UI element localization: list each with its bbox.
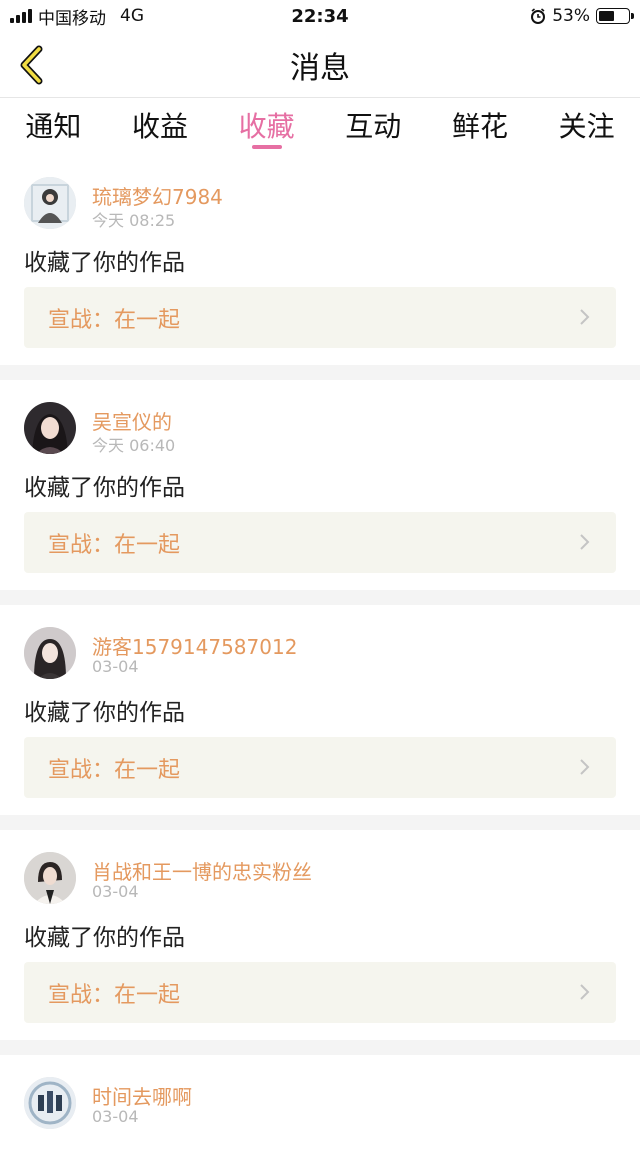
chevron-right-icon [580, 534, 590, 550]
avatar-image [24, 852, 76, 904]
tab-favorites[interactable]: 收藏 [217, 99, 317, 155]
message-card: 吴宣仪的 今天 06:40 收藏了你的作品 宣战：在一起 [0, 380, 640, 590]
chevron-right-icon [580, 309, 590, 325]
work-link[interactable]: 宣战：在一起 [24, 287, 616, 348]
action-text: 收藏了你的作品 [24, 700, 185, 726]
tab-flowers[interactable]: 鲜花 [430, 99, 530, 155]
divider [0, 590, 640, 605]
alarm-icon [531, 8, 546, 24]
tab-bar: 通知 收益 收藏 互动 鲜花 关注 [0, 99, 640, 155]
message-card: 琉璃梦幻7984 今天 08:25 收藏了你的作品 宣战：在一起 [0, 155, 640, 365]
avatar[interactable] [24, 627, 76, 679]
work-title: 宣战：在一起 [48, 757, 181, 783]
status-right: 53% [530, 6, 634, 26]
battery-icon [596, 8, 634, 24]
message-card: 肖战和王一博的忠实粉丝 03-04 收藏了你的作品 宣战：在一起 [0, 830, 640, 1040]
user-name[interactable]: 琉璃梦幻7984 [92, 181, 223, 210]
divider [0, 1040, 640, 1055]
work-link[interactable]: 宣战：在一起 [24, 962, 616, 1023]
chevron-right-icon [580, 759, 590, 775]
avatar-image [24, 402, 76, 454]
user-name[interactable]: 游客1579147587012 [92, 631, 297, 660]
work-title: 宣战：在一起 [48, 532, 181, 558]
work-title: 宣战：在一起 [48, 982, 181, 1008]
timestamp: 03-04 [92, 882, 139, 901]
nav-bar: 消息 [0, 32, 640, 98]
avatar[interactable] [24, 402, 76, 454]
status-bar: 中国移动 4G 22:34 53% [0, 0, 640, 32]
signal-icon [10, 9, 32, 23]
status-left: 中国移动 4G [10, 4, 144, 29]
message-list: 琉璃梦幻7984 今天 08:25 收藏了你的作品 宣战：在一起 吴宣仪的 今天… [0, 155, 640, 1175]
message-card: 时间去哪啊 03-04 [0, 1055, 640, 1175]
tab-interactions[interactable]: 互动 [323, 99, 423, 155]
work-link[interactable]: 宣战：在一起 [24, 512, 616, 573]
timestamp: 03-04 [92, 1107, 139, 1126]
page-title: 消息 [290, 50, 350, 86]
avatar-image [24, 627, 76, 679]
work-link[interactable]: 宣战：在一起 [24, 737, 616, 798]
network-label: 4G [120, 6, 144, 26]
divider [0, 365, 640, 380]
message-card: 游客1579147587012 03-04 收藏了你的作品 宣战：在一起 [0, 605, 640, 815]
tab-earnings[interactable]: 收益 [110, 99, 210, 155]
timestamp: 今天 08:25 [92, 211, 176, 230]
carrier-label: 中国移动 [38, 8, 106, 29]
action-text: 收藏了你的作品 [24, 250, 185, 276]
work-title: 宣战：在一起 [48, 307, 181, 333]
tab-following[interactable]: 关注 [537, 99, 637, 155]
battery-percent: 53% [552, 6, 590, 26]
avatar-image [24, 1077, 76, 1129]
back-button[interactable] [12, 44, 52, 86]
avatar[interactable] [24, 852, 76, 904]
divider [0, 815, 640, 830]
battery-fill [599, 11, 614, 21]
timestamp: 今天 06:40 [92, 436, 176, 455]
user-name[interactable]: 肖战和王一博的忠实粉丝 [92, 856, 312, 885]
action-text: 收藏了你的作品 [24, 925, 185, 951]
tab-notifications[interactable]: 通知 [3, 99, 103, 155]
chevron-left-icon [20, 45, 43, 85]
action-text: 收藏了你的作品 [24, 475, 185, 501]
avatar[interactable] [24, 177, 76, 229]
avatar-image [24, 177, 76, 229]
avatar[interactable] [24, 1077, 76, 1129]
user-name[interactable]: 吴宣仪的 [92, 406, 172, 435]
chevron-right-icon [580, 984, 590, 1000]
user-name[interactable]: 时间去哪啊 [92, 1081, 192, 1110]
timestamp: 03-04 [92, 657, 139, 676]
